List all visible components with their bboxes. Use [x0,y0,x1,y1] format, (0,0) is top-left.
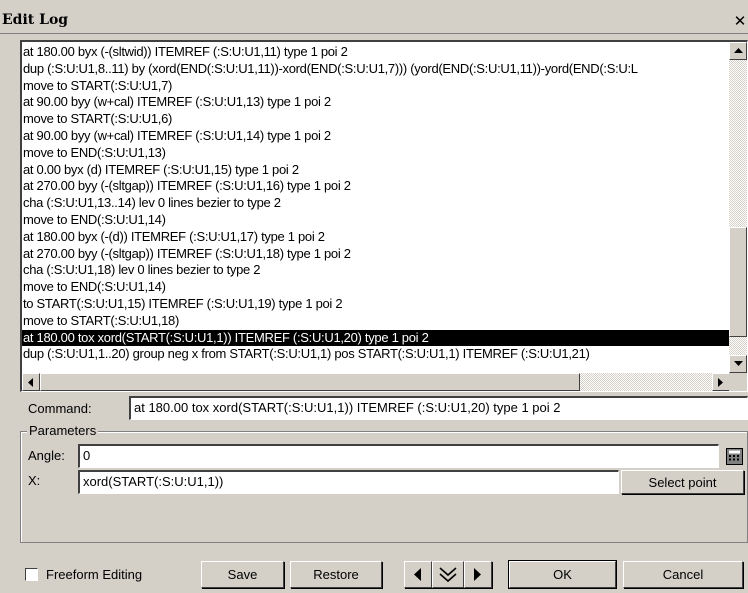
log-line-selected[interactable]: at 180.00 tox xord(START(:S:U:U1,1)) ITE… [22,329,730,347]
angle-label: Angle: [28,448,65,463]
log-line[interactable]: at 0.00 byx (d) ITEMREF (:S:U:U1,15) typ… [22,162,730,179]
vertical-scroll-thumb[interactable] [729,227,747,337]
save-button[interactable]: Save [201,561,284,588]
log-line[interactable]: at 180.00 byx (-(sltwid)) ITEMREF (:S:U:… [22,44,730,61]
command-label: Command: [28,401,92,416]
x-field[interactable]: xord(START(:S:U:U1,1)) [78,470,619,494]
title-bar: Edit Log ✕ [0,0,748,34]
log-line[interactable]: at 90.00 byy (w+cal) ITEMREF (:S:U:U1,13… [22,94,730,111]
log-line[interactable]: at 90.00 byy (w+cal) ITEMREF (:S:U:U1,14… [22,128,730,145]
vertical-scrollbar[interactable] [729,42,747,373]
next-button[interactable] [464,561,492,588]
restore-button[interactable]: Restore [290,561,382,588]
arrow-right-icon[interactable] [712,373,730,391]
x-label: X: [28,473,41,488]
calculator-icon[interactable] [725,447,744,466]
horizontal-scrollbar[interactable] [22,373,730,391]
log-lines: at 180.00 byx (-(sltwid)) ITEMREF (:S:U:… [22,44,730,372]
arrow-left-icon [414,568,421,581]
freeform-editing-label: Freeform Editing [46,567,143,582]
step-down-button[interactable] [432,561,464,588]
double-chevron-down-icon [439,566,457,582]
log-line[interactable]: at 270.00 byy (-(sltgap)) ITEMREF (:S:U:… [22,246,730,263]
angle-field[interactable]: 0 [78,444,719,468]
log-line[interactable]: at 180.00 byx (-(d)) ITEMREF (:S:U:U1,17… [22,229,730,246]
cancel-button[interactable]: Cancel [623,561,743,588]
freeform-editing-checkbox[interactable] [25,568,38,581]
log-line[interactable]: dup (:S:U:U1,8..11) by (xord(END(:S:U:U1… [22,61,730,78]
close-icon[interactable]: ✕ [732,12,748,30]
window-title: Edit Log [2,12,69,28]
log-line[interactable]: move to START(:S:U:U1,6) [22,111,730,128]
log-line[interactable]: dup (:S:U:U1,1..20) group neg x from STA… [22,346,730,363]
parameters-legend: Parameters [27,423,99,438]
log-line[interactable]: move to START(:S:U:U1,18) [22,313,730,330]
select-point-button[interactable]: Select point [621,470,744,494]
log-line[interactable]: move to END(:S:U:U1,13) [22,145,730,162]
log-line[interactable]: to START(:S:U:U1,15) ITEMREF (:S:U:U1,19… [22,296,730,313]
log-line[interactable]: at 270.00 byy (-(sltgap)) ITEMREF (:S:U:… [22,178,730,195]
previous-button[interactable] [404,561,432,588]
arrow-down-icon[interactable] [729,355,747,373]
command-field[interactable]: at 180.00 tox xord(START(:S:U:U1,1)) ITE… [129,396,748,420]
log-line[interactable]: move to END(:S:U:U1,14) [22,279,730,296]
log-line[interactable]: move to START(:S:U:U1,7) [22,78,730,95]
log-line[interactable]: cha (:S:U:U1,18) lev 0 lines bezier to t… [22,262,730,279]
log-line[interactable]: move to END(:S:U:U1,14) [22,212,730,229]
scroll-corner [729,373,747,391]
ok-button[interactable]: OK [508,560,617,589]
horizontal-scroll-thumb[interactable] [40,373,580,391]
log-line[interactable]: cha (:S:U:U1,13..14) lev 0 lines bezier … [22,195,730,212]
log-list[interactable]: at 180.00 byx (-(sltwid)) ITEMREF (:S:U:… [20,40,748,392]
arrow-left-icon[interactable] [22,373,40,391]
arrow-up-icon[interactable] [729,42,747,60]
arrow-right-icon [474,568,481,581]
